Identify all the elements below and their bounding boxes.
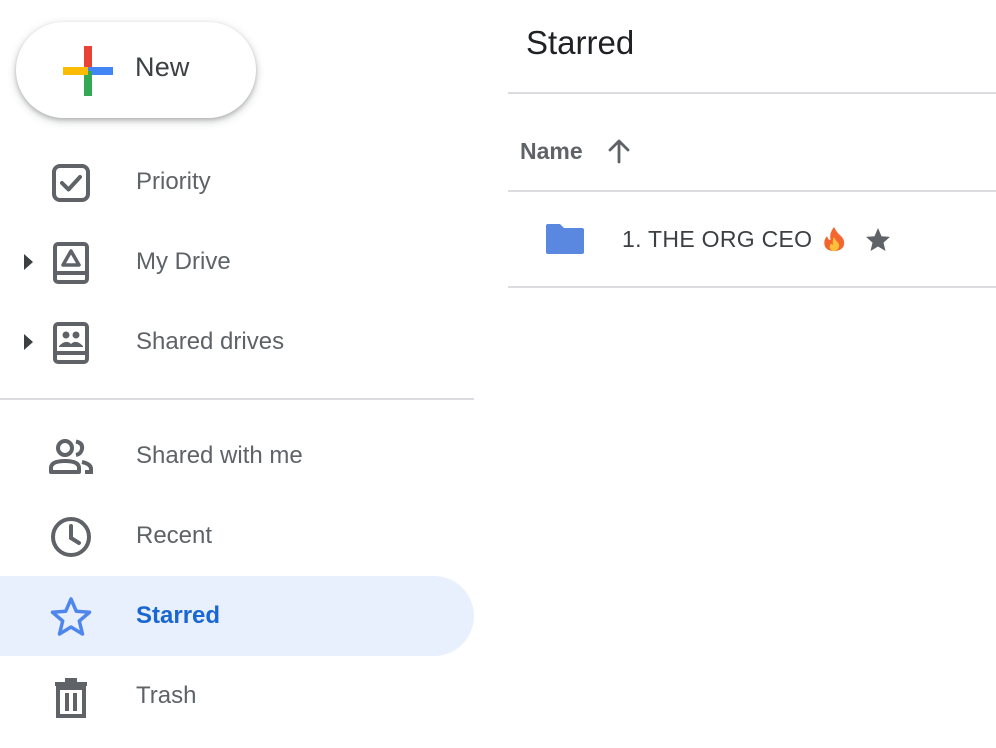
folder-icon bbox=[546, 224, 584, 254]
sidebar-item-recent[interactable]: Recent bbox=[0, 496, 474, 576]
table-row[interactable]: 1. THE ORG CEO bbox=[508, 192, 996, 286]
header-divider bbox=[508, 92, 996, 94]
sidebar: New Priority My Drive Shared drives Shar… bbox=[0, 0, 474, 748]
plus-icon bbox=[63, 46, 113, 96]
row-divider bbox=[508, 286, 996, 288]
sidebar-item-label: Shared drives bbox=[136, 328, 285, 355]
sidebar-item-label: Priority bbox=[136, 168, 211, 195]
trash-icon bbox=[55, 678, 87, 718]
file-name: 1. THE ORG CEO bbox=[622, 226, 813, 252]
star-outline-icon bbox=[50, 597, 92, 636]
sidebar-item-label: Recent bbox=[136, 522, 213, 549]
sidebar-item-label: Starred bbox=[136, 602, 221, 629]
starred-icon[interactable] bbox=[864, 226, 892, 254]
fire-icon bbox=[824, 227, 845, 251]
page-title: Starred bbox=[526, 24, 635, 61]
shared-drives-icon bbox=[53, 322, 89, 364]
sidebar-item-my-drive[interactable]: My Drive bbox=[0, 222, 474, 302]
sidebar-item-shared-drives[interactable]: Shared drives bbox=[0, 302, 474, 382]
people-icon bbox=[49, 439, 93, 474]
sidebar-item-shared-with-me[interactable]: Shared with me bbox=[0, 416, 474, 496]
sidebar-item-priority[interactable]: Priority bbox=[0, 142, 474, 222]
sidebar-item-trash[interactable]: Trash bbox=[0, 656, 474, 736]
sidebar-divider bbox=[0, 398, 474, 400]
new-button[interactable]: New bbox=[16, 22, 256, 118]
sidebar-item-starred[interactable]: Starred bbox=[0, 576, 474, 656]
priority-check-icon bbox=[52, 164, 90, 202]
arrow-up-icon[interactable] bbox=[605, 137, 633, 165]
column-label: Name bbox=[520, 137, 583, 164]
main-content: Starred Name 1. THE ORG CEO bbox=[508, 0, 996, 748]
my-drive-icon bbox=[53, 242, 89, 284]
sidebar-item-label: My Drive bbox=[136, 248, 231, 275]
sidebar-item-label: Shared with me bbox=[136, 442, 303, 469]
caret-right-icon[interactable] bbox=[21, 332, 35, 352]
column-header-name[interactable]: Name bbox=[520, 136, 633, 166]
drive-app: New Priority My Drive Shared drives Shar… bbox=[0, 0, 996, 748]
caret-right-icon[interactable] bbox=[21, 252, 35, 272]
sidebar-item-label: Trash bbox=[136, 682, 197, 709]
new-button-label: New bbox=[135, 52, 190, 82]
clock-icon bbox=[51, 517, 91, 557]
